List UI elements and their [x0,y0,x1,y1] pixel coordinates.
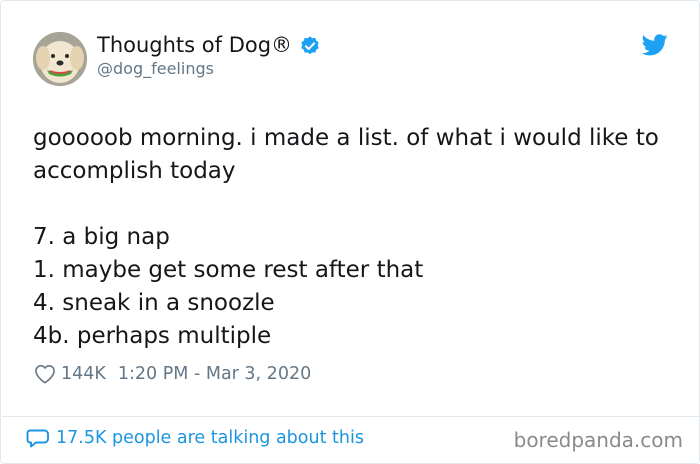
heart-icon[interactable] [34,364,56,384]
display-name[interactable]: Thoughts of Dog® [97,33,292,57]
tweet-text: gooooob morning. i made a list. of what … [33,125,659,349]
verified-badge-icon [301,36,319,55]
timestamp[interactable]: 1:20 PM - Mar 3, 2020 [118,364,311,384]
author-row: Thoughts of Dog® [97,33,321,57]
watermark: boredpanda.com [513,428,683,452]
avatar[interactable] [33,32,87,86]
dog-avatar-image [33,32,87,86]
comment-bubble-icon [26,429,49,448]
divider [2,416,700,417]
conversation-link[interactable]: 17.5K people are talking about this [26,427,364,449]
talking-count-text: 17.5K people are talking about this [56,428,364,448]
like-count[interactable]: 144K [61,364,106,384]
twitter-bird-icon[interactable] [642,34,668,56]
tweet-meta: 144K 1:20 PM - Mar 3, 2020 [34,364,311,384]
tweet-card: Thoughts of Dog® @dog_feelings gooooob m… [0,0,700,464]
user-handle[interactable]: @dog_feelings [97,59,214,78]
